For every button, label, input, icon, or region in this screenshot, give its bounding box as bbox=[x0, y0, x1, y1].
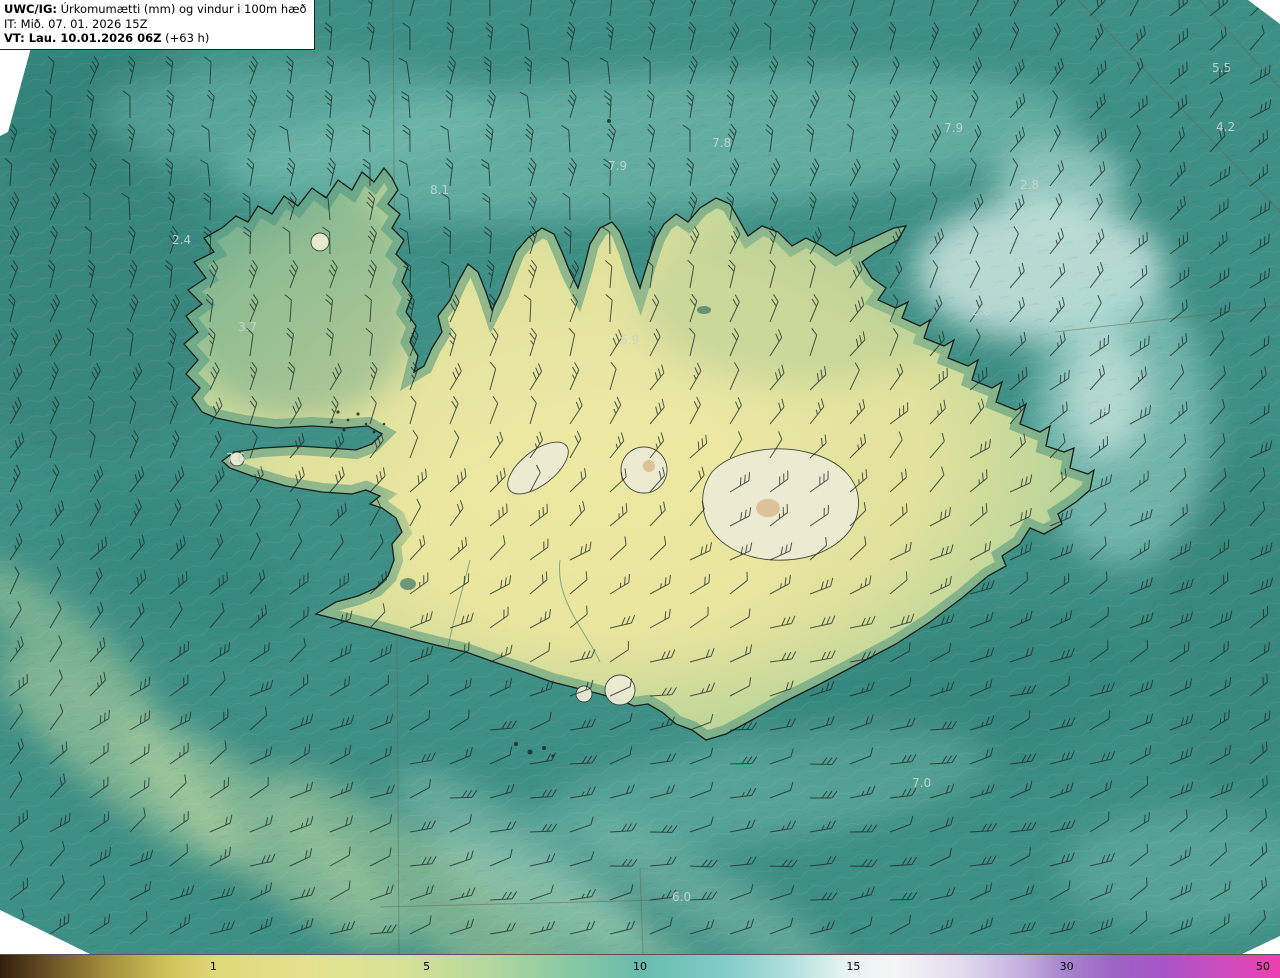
precip-value-label: 5.5 bbox=[1212, 61, 1231, 75]
colorbar-tick: 30 bbox=[1060, 955, 1074, 978]
precip-value-label: 7.8 bbox=[712, 136, 731, 150]
precip-value-label: 7.0 bbox=[912, 776, 931, 790]
colorbar-gradient: 1 5 10 15 30 50 bbox=[0, 954, 1280, 978]
precip-value-label: 6.9 bbox=[620, 333, 639, 347]
weather-map-stage: 5.5 4.2 7.9 7.8 7.9 8.1 2.8 2.4 3.7 2.8 6.9 7.1 7.6 7… bbox=[0, 0, 1280, 978]
model-id: UWC/IG: bbox=[4, 2, 57, 16]
precip-value-label: 7.9 bbox=[944, 121, 963, 135]
precip-value-label: 7.6 bbox=[226, 451, 245, 465]
precip-value-label: 2.4 bbox=[172, 233, 191, 247]
colorbar-tick: 15 bbox=[846, 955, 860, 978]
precip-value-label: 4.2 bbox=[1216, 120, 1235, 134]
colorbar-tick: 1 bbox=[210, 955, 217, 978]
lead-time: (+63 h) bbox=[161, 31, 209, 45]
parameter-description: Úrkomumætti (mm) og vindur i 100m hæð bbox=[57, 2, 307, 16]
colorbar-tick: 10 bbox=[633, 955, 647, 978]
colorbar-tick: 5 bbox=[423, 955, 430, 978]
title-line-init-time: IT: Mið. 07. 01. 2026 15Z bbox=[4, 17, 307, 32]
precip-value-label: 2.8 bbox=[1020, 178, 1039, 192]
map-canvas: 5.5 4.2 7.9 7.8 7.9 8.1 2.8 2.4 3.7 2.8 6.9 7.1 7.6 7… bbox=[0, 0, 1280, 955]
title-line-valid-time: VT: Lau. 10.01.2026 06Z (+63 h) bbox=[4, 31, 307, 46]
precip-value-label: 7.9 bbox=[608, 159, 627, 173]
precip-value-label: 7.1 bbox=[1090, 401, 1109, 415]
precip-value-label: 3.7 bbox=[238, 320, 257, 334]
colorbar-tick: 50 bbox=[1256, 955, 1270, 978]
precip-value-label: 8.1 bbox=[430, 183, 449, 197]
map-title-box: UWC/IG: Úrkomumætti (mm) og vindur i 100… bbox=[0, 0, 315, 50]
precip-value-label: 6.0 bbox=[672, 890, 691, 904]
title-line-model: UWC/IG: Úrkomumætti (mm) og vindur i 100… bbox=[4, 2, 307, 17]
valid-time: VT: Lau. 10.01.2026 06Z bbox=[4, 31, 161, 45]
precip-value-label: 2.8 bbox=[972, 304, 991, 318]
